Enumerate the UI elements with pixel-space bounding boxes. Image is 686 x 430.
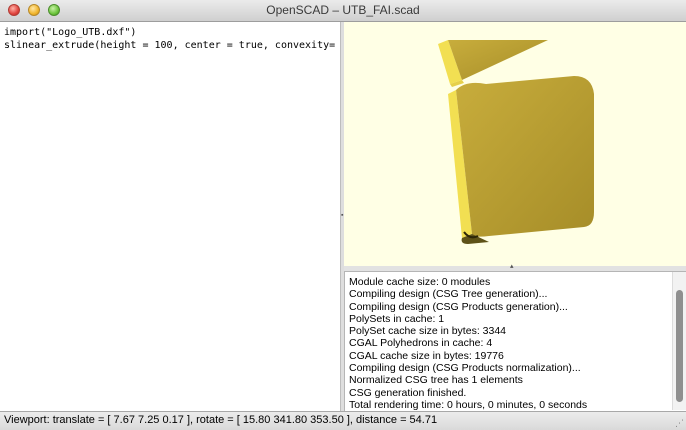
3d-viewport[interactable] bbox=[344, 22, 686, 266]
console-scrollbar[interactable] bbox=[672, 272, 686, 410]
console-line: Module cache size: 0 modules bbox=[349, 276, 491, 288]
console-line: PolySets in cache: 1 bbox=[349, 312, 445, 325]
console-line: CGAL Polyhedrons in cache: 4 bbox=[349, 337, 493, 350]
console-line: Total rendering time: 0 hours, 0 minutes… bbox=[349, 398, 588, 411]
resize-grip-icon[interactable]: ⋰ bbox=[675, 418, 684, 429]
logo-body-piece bbox=[448, 76, 594, 244]
viewport-status: Viewport: translate = [ 7.67 7.25 0.17 ]… bbox=[4, 414, 438, 426]
console-panel: Module cache size: 0 modules Compiling d… bbox=[344, 271, 686, 411]
scrollbar-thumb[interactable] bbox=[676, 290, 683, 402]
status-bar: Viewport: translate = [ 7.67 7.25 0.17 ]… bbox=[0, 411, 686, 430]
console-line: CSG generation finished. bbox=[349, 386, 467, 399]
window-title: OpenSCAD – UTB_FAI.scad bbox=[266, 3, 420, 17]
console-line: PolySet cache size in bytes: 3344 bbox=[349, 325, 507, 338]
splitter-grip-icon: ▴ bbox=[510, 263, 514, 270]
console-line: Compiling design (CSG Tree generation)..… bbox=[349, 288, 548, 301]
console-line: Compiling design (CSG Products normaliza… bbox=[349, 362, 581, 375]
console-line: Compiling design (CSG Products generatio… bbox=[349, 300, 568, 313]
console-line: CGAL cache size in bytes: 19776 bbox=[349, 349, 504, 362]
extruded-model bbox=[438, 40, 594, 244]
console-line: Normalized CSG tree has 1 elements bbox=[349, 374, 523, 387]
title-bar: OpenSCAD – UTB_FAI.scad bbox=[0, 0, 686, 22]
console-output: Module cache size: 0 modules Compiling d… bbox=[349, 276, 670, 411]
code-editor[interactable]: import("Logo_UTB.dxf") slinear_extrude(h… bbox=[0, 22, 359, 411]
